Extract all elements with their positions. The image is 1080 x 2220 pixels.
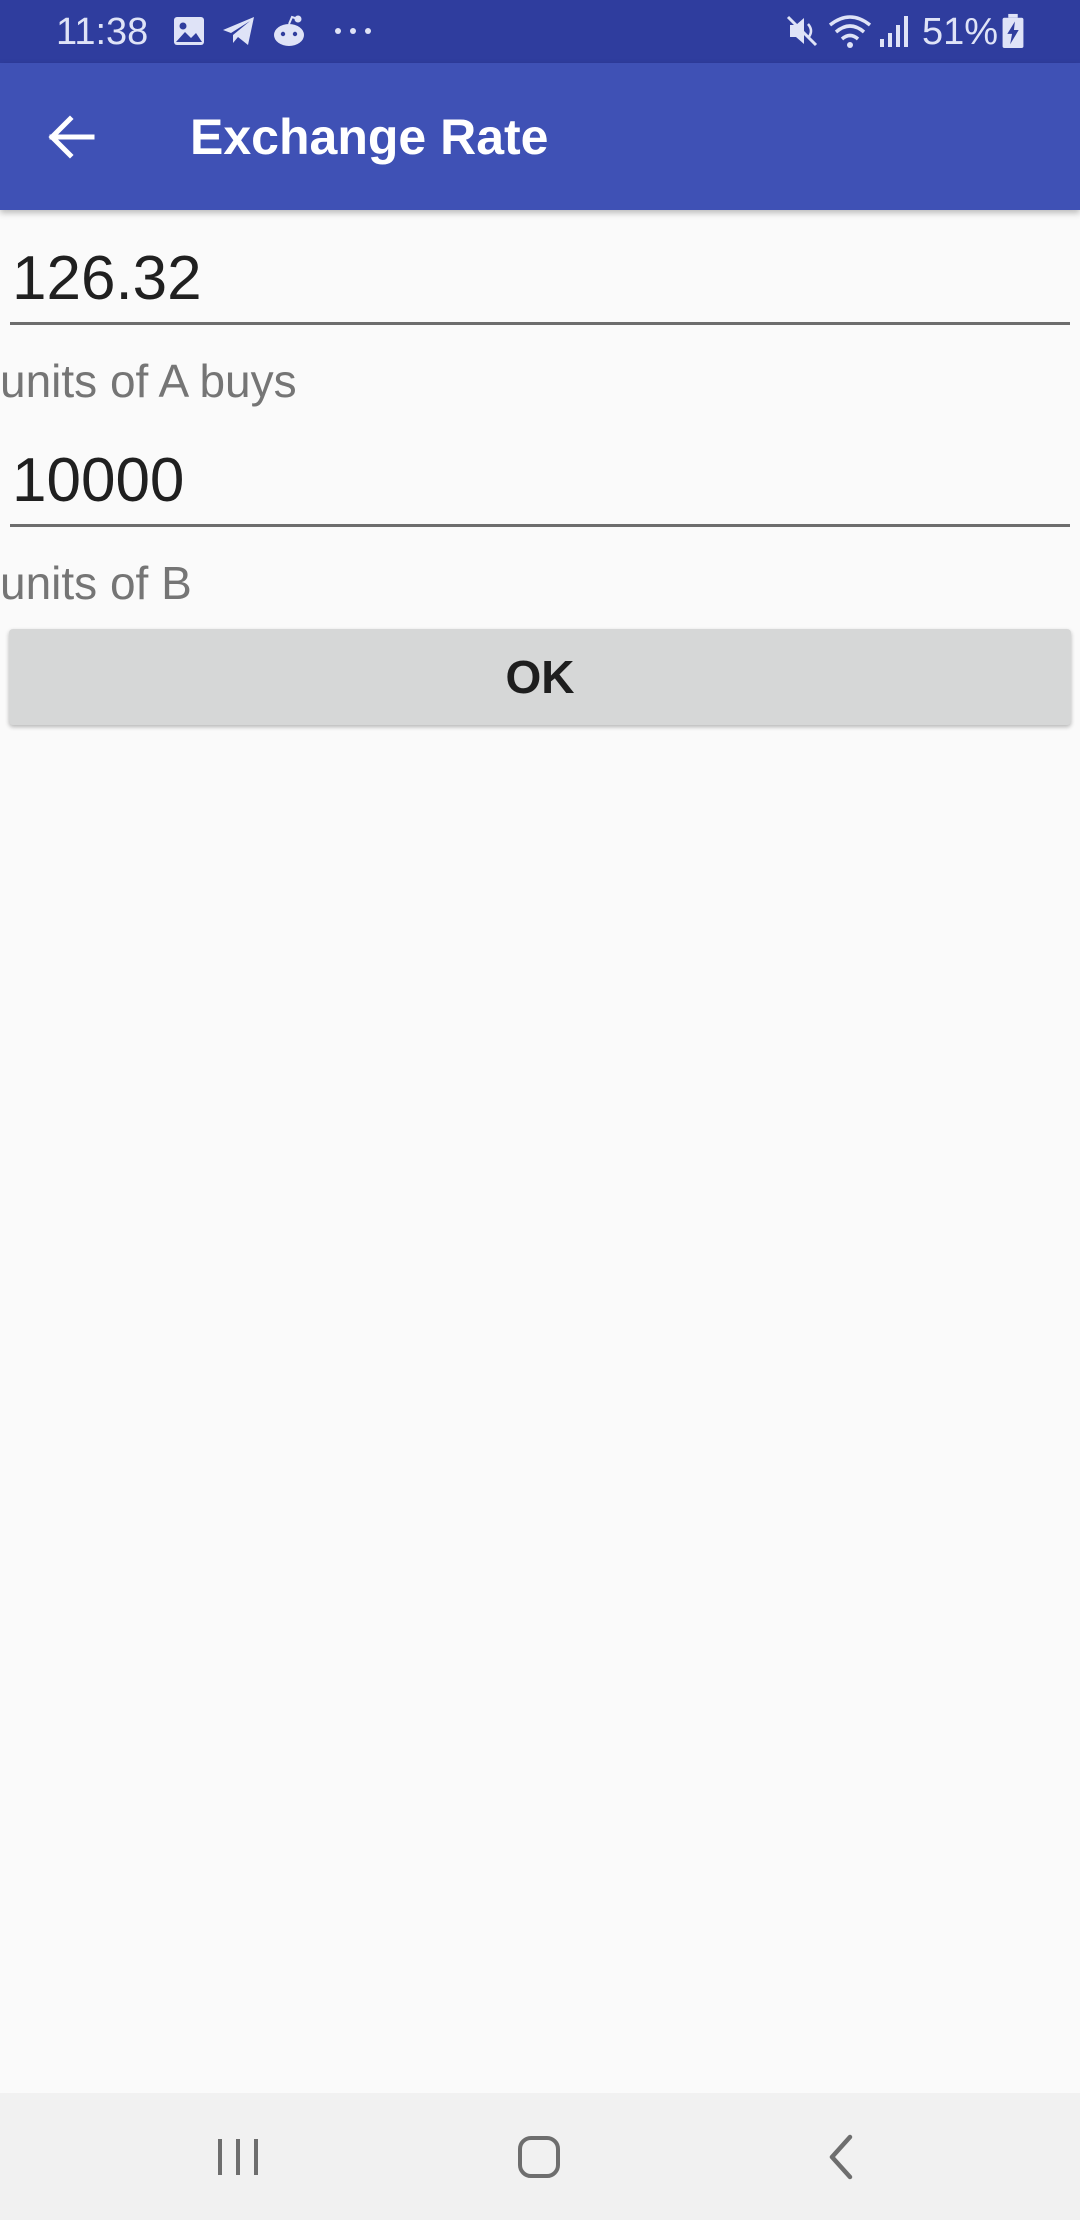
system-back-button[interactable] xyxy=(797,2117,887,2197)
wifi-icon xyxy=(828,15,872,48)
page-title: Exchange Rate xyxy=(190,109,549,165)
reddit-icon xyxy=(274,15,304,46)
amount-a-label: units of A buys xyxy=(0,355,297,407)
recent-apps-button[interactable] xyxy=(193,2117,283,2197)
navigation-bar xyxy=(0,2093,1080,2220)
mute-icon xyxy=(786,15,818,47)
image-icon xyxy=(174,17,204,45)
home-icon xyxy=(518,2136,560,2178)
amount-b-field[interactable] xyxy=(10,437,1070,527)
amount-a-field[interactable] xyxy=(10,235,1070,325)
signal-icon xyxy=(880,16,908,47)
home-button[interactable] xyxy=(494,2117,584,2197)
status-bar: 11:38 51% xyxy=(0,0,1080,63)
recent-apps-icon xyxy=(218,2139,258,2175)
back-icon xyxy=(829,2134,853,2180)
telegram-icon xyxy=(223,17,254,45)
status-time: 11:38 xyxy=(56,11,149,53)
battery-charging-icon xyxy=(1002,13,1024,49)
app-bar: Exchange Rate xyxy=(0,63,1080,210)
battery-percentage: 51% xyxy=(922,11,999,53)
ok-button[interactable]: OK xyxy=(9,629,1071,725)
amount-b-label: units of B xyxy=(0,557,192,609)
arrow-back-icon xyxy=(48,115,95,159)
more-dots-icon xyxy=(335,28,371,34)
back-button[interactable] xyxy=(30,95,114,179)
